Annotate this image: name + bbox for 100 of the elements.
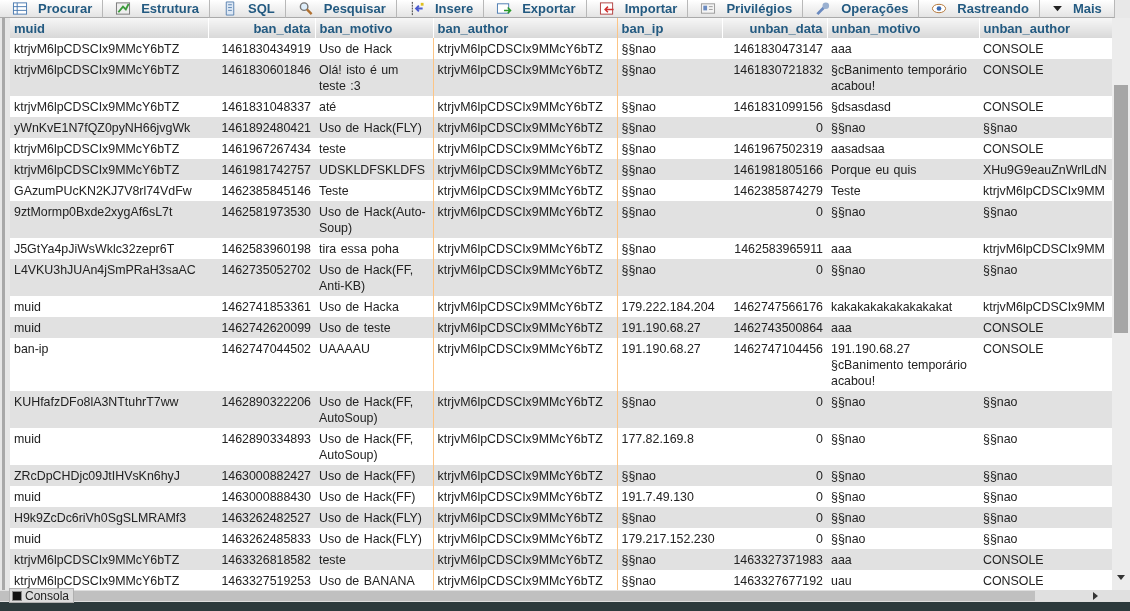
menu-tab[interactable]: Operações <box>803 0 920 18</box>
table-cell: 1461981805166 <box>722 159 827 180</box>
table-cell: ktrjvM6lpCDSCIx9MMcY6bTZ <box>433 465 617 486</box>
table-cell: 1463327371983 <box>722 549 827 570</box>
table-cell: §dsasdasd <box>827 96 979 117</box>
table-cell: 1461831048337 <box>208 96 315 117</box>
table-cell: 1463327519253 <box>208 570 315 590</box>
console-icon <box>12 590 22 601</box>
table-cell: ktrjvM6lpCDSCIx9MMcY6bTZ <box>433 201 617 238</box>
table-cell: CONSOLE <box>979 549 1112 570</box>
menu-tab[interactable]: Insere <box>396 0 485 18</box>
table-cell: ZRcDpCHDjc09JtIHVsKn6hyJ <box>10 465 208 486</box>
table-cell: §§nao <box>827 201 979 238</box>
table-cell: §§nao <box>617 59 722 96</box>
column-header[interactable]: unban_data <box>722 18 827 38</box>
table-cell: §§nao <box>827 117 979 138</box>
table-cell: 0 <box>722 507 827 528</box>
column-header[interactable]: ban_motivo <box>315 18 433 38</box>
table-cell: §§nao <box>827 465 979 486</box>
table-cell: §§nao <box>617 507 722 528</box>
table-cell: muid <box>10 317 208 338</box>
wrench-icon <box>815 1 832 16</box>
table-cell: tira essa poha <box>315 238 433 259</box>
right-arrow-icon[interactable] <box>1093 592 1098 600</box>
table-cell: Porque eu quis <box>827 159 979 180</box>
table-cell: uau <box>827 570 979 590</box>
table-cell: ktrjvM6lpCDSCIx9MMcY6bTZ <box>433 59 617 96</box>
column-header[interactable]: unban_author <box>979 18 1112 38</box>
table-cell: Uso de teste <box>315 317 433 338</box>
table-cell: L4VKU3hJUAn4jSmPRaH3saAC <box>10 259 208 296</box>
menu-tab[interactable]: Privilégios <box>688 0 804 18</box>
table-cell: 177.82.169.8 <box>617 428 722 465</box>
console-tab[interactable]: Consola <box>9 588 75 603</box>
table-cell: ktrjvM6lpCDSCIx9MMcY6bTZ <box>433 317 617 338</box>
table-cell: Uso de Hack(FLY) <box>315 507 433 528</box>
table-cell: UDSKLDFSKLDFS <box>315 159 433 180</box>
table-cell: ktrjvM6lpCDSCIx9MMcY6bTZ <box>10 59 208 96</box>
console-label: Consola <box>25 588 70 603</box>
scrollbar-thumb[interactable] <box>0 591 1035 601</box>
table-cell: 1461892480421 <box>208 117 315 138</box>
table-cell: GAzumPUcKN2KJ7V8rl74VdFw <box>10 180 208 201</box>
table-cell: 179.222.184.204 <box>617 296 722 317</box>
table-cell: 1462747044502 <box>208 338 315 391</box>
table-cell: ktrjvM6lpCDSCIx9MMcY6bTZ <box>433 507 617 528</box>
menu-tab[interactable]: Estrutura <box>103 0 210 18</box>
table-cell: Olá! isto é um teste :3 <box>315 59 433 96</box>
table-cell: 0 <box>722 259 827 296</box>
table-cell: 1462735052702 <box>208 259 315 296</box>
table-cell: 1461981742757 <box>208 159 315 180</box>
down-arrow-icon[interactable] <box>1117 575 1125 580</box>
table-cell: 1463000882427 <box>208 465 315 486</box>
table-cell: 1461967502319 <box>722 138 827 159</box>
table-cell: §§nao <box>617 117 722 138</box>
table-cell: 1462385845146 <box>208 180 315 201</box>
table-cell: 1463262485833 <box>208 528 315 549</box>
table-cell: §§nao <box>979 507 1112 528</box>
table-cell: ktrjvM6lpCDSCIx9MM <box>979 238 1112 259</box>
table-cell: ktrjvM6lpCDSCIx9MMcY6bTZ <box>433 549 617 570</box>
table-cell: 0 <box>722 486 827 507</box>
table-cell: 1462747104456 <box>722 338 827 391</box>
column-header[interactable]: unban_motivo <box>827 18 979 38</box>
menu-tab[interactable]: SQL <box>210 0 286 18</box>
table-cell: CONSOLE <box>979 570 1112 590</box>
column-header[interactable]: ban_author <box>433 18 617 38</box>
vertical-scrollbar[interactable] <box>1112 18 1130 590</box>
table-cell: ktrjvM6lpCDSCIx9MMcY6bTZ <box>433 159 617 180</box>
table-cell: §§nao <box>827 486 979 507</box>
column-header[interactable]: ban_ip <box>617 18 722 38</box>
card-icon <box>700 1 717 16</box>
table-cell: 1461831099156 <box>722 96 827 117</box>
table-cell: UAAAAU <box>315 338 433 391</box>
menu-tab[interactable]: Pesquisar <box>285 0 397 18</box>
menu-tab[interactable]: Importar <box>586 0 689 18</box>
table-cell: CONSOLE <box>979 338 1112 391</box>
table-cell: 1461967267434 <box>208 138 315 159</box>
table-cell: ktrjvM6lpCDSCIx9MMcY6bTZ <box>10 570 208 590</box>
menu-tab[interactable]: Mais <box>1039 0 1115 18</box>
table-cell: ktrjvM6lpCDSCIx9MM <box>979 296 1112 317</box>
table-cell: 179.217.152.230 <box>617 528 722 549</box>
horizontal-scrollbar[interactable] <box>0 590 1130 602</box>
table-cell: ktrjvM6lpCDSCIx9MMcY6bTZ <box>433 391 617 428</box>
table-cell: 1461830601846 <box>208 59 315 96</box>
menu-tab[interactable]: Rastreando <box>919 0 1040 18</box>
table-cell: §§nao <box>979 391 1112 428</box>
table-cell: 1463262482527 <box>208 507 315 528</box>
menu-tab[interactable]: Procurar <box>0 0 104 18</box>
table-cell: §§nao <box>617 159 722 180</box>
table-cell: §§nao <box>827 528 979 549</box>
table-cell: aaa <box>827 238 979 259</box>
table-cell: §§nao <box>827 428 979 465</box>
table-cell: Uso de Hack(FF, AutoSoup) <box>315 428 433 465</box>
column-header[interactable]: muid <box>10 18 208 38</box>
table-cell: muid <box>10 486 208 507</box>
column-header[interactable]: ban_data <box>208 18 315 38</box>
scrollbar-thumb[interactable] <box>1114 85 1128 333</box>
menu-tab[interactable]: Exportar <box>484 0 587 18</box>
table-cell: §§nao <box>979 428 1112 465</box>
table-cell: §§nao <box>617 180 722 201</box>
table-cell: aaa <box>827 549 979 570</box>
table-cell: Uso de Hack <box>315 38 433 59</box>
